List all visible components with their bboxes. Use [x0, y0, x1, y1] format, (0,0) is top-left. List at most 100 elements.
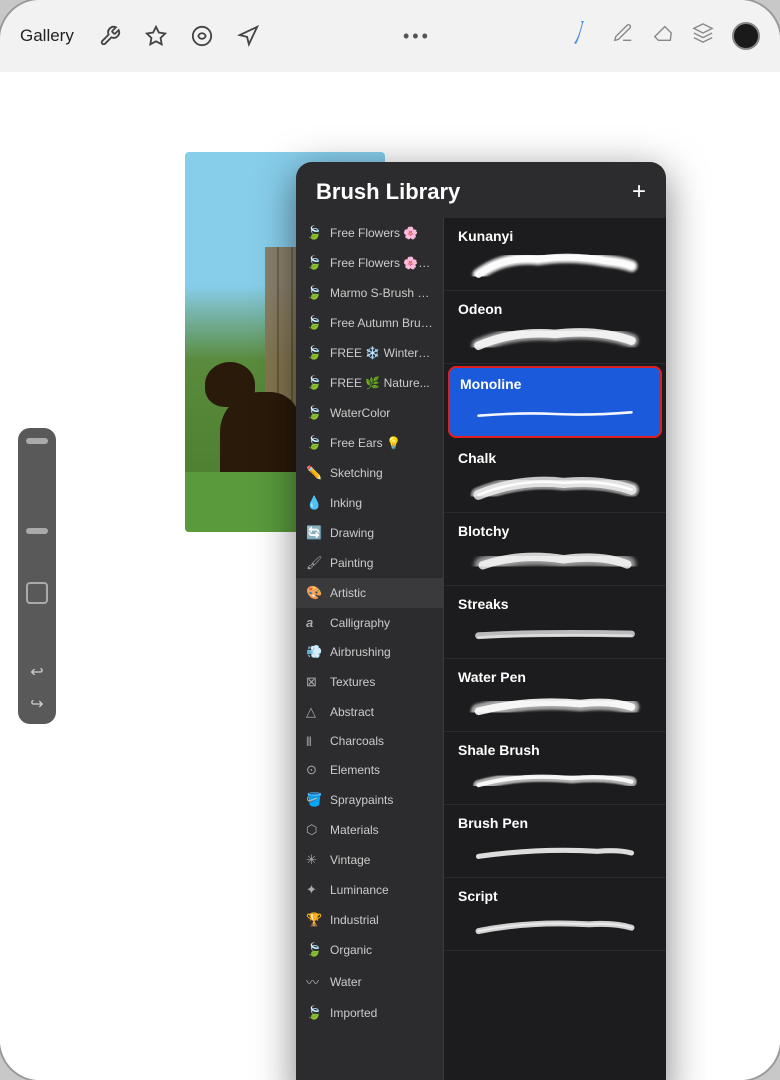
cat-label-organic: Organic	[330, 943, 372, 957]
cat-icon-abstract: △	[306, 704, 322, 720]
cat-label-airbrushing: Airbrushing	[330, 645, 391, 659]
cat-watercolor[interactable]: 🍃 WaterColor	[296, 398, 443, 428]
brush-item-water-pen[interactable]: Water Pen	[444, 659, 666, 732]
brush-list: Kunanyi Odeon	[444, 218, 666, 1080]
wrench-icon[interactable]	[94, 20, 126, 52]
cat-spraypaints[interactable]: 🪣 Spraypaints	[296, 785, 443, 815]
cat-icon-materials: ⬡	[306, 822, 322, 838]
top-bar-left: Gallery	[20, 20, 264, 52]
brush-name-water-pen: Water Pen	[458, 669, 652, 685]
color-swatch[interactable]	[732, 22, 760, 50]
cat-inking[interactable]: 💧 Inking	[296, 488, 443, 518]
brush-name-odeon: Odeon	[458, 301, 652, 317]
brush-item-kunanyi[interactable]: Kunanyi	[444, 218, 666, 291]
cat-label-artistic: Artistic	[330, 586, 366, 600]
brush-item-monoline[interactable]: Monoline	[448, 366, 662, 438]
brush-item-odeon[interactable]: Odeon	[444, 291, 666, 364]
navigation-icon[interactable]	[232, 20, 264, 52]
modifier-square[interactable]	[26, 582, 48, 604]
cat-icon-marmo: 🍃	[306, 285, 322, 301]
cat-artistic[interactable]: 🎨 Artistic	[296, 578, 443, 608]
cat-icon-imported: 🍃	[306, 1005, 322, 1021]
dots-icon[interactable]: •••	[403, 26, 431, 47]
opacity-slider-handle[interactable]	[26, 438, 48, 444]
brush-item-streaks[interactable]: Streaks	[444, 586, 666, 659]
cat-imported[interactable]: 🍃 Imported	[296, 998, 443, 1028]
brush-tool-icon[interactable]	[570, 19, 594, 53]
brush-name-kunanyi: Kunanyi	[458, 228, 652, 244]
cat-label-free-autumn: Free Autumn Brushes...	[330, 316, 433, 330]
cat-calligraphy[interactable]: a Calligraphy	[296, 608, 443, 637]
top-bar-right	[570, 19, 760, 53]
cat-industrial[interactable]: 🏆 Industrial	[296, 905, 443, 935]
brush-item-brush-pen[interactable]: Brush Pen	[444, 805, 666, 878]
brush-name-chalk: Chalk	[458, 450, 652, 466]
cat-airbrushing[interactable]: 💨 Airbrushing	[296, 637, 443, 667]
brush-name-streaks: Streaks	[458, 596, 652, 612]
brush-item-shale-brush[interactable]: Shale Brush	[444, 732, 666, 805]
cat-icon-free-autumn: 🍃	[306, 315, 322, 331]
cat-label-materials: Materials	[330, 823, 379, 837]
add-brush-button[interactable]: +	[632, 178, 646, 206]
cat-icon-organic: 🍃	[306, 942, 322, 958]
brush-item-script[interactable]: Script	[444, 878, 666, 951]
panel-header: Brush Library +	[296, 162, 666, 218]
cat-free-ears[interactable]: 🍃 Free Ears 💡	[296, 428, 443, 458]
device-frame: Gallery	[0, 0, 780, 1080]
left-sidebar: ↩ ↪	[18, 428, 56, 724]
cat-icon-water: 〰	[306, 972, 322, 991]
size-slider-handle[interactable]	[26, 528, 48, 534]
cat-charcoals[interactable]: ||| Charcoals	[296, 727, 443, 755]
cat-luminance[interactable]: ✦ Luminance	[296, 875, 443, 905]
cat-label-imported: Imported	[330, 1006, 377, 1020]
cat-free-nature[interactable]: 🍃 FREE 🌿 Nature...	[296, 368, 443, 398]
brush-name-script: Script	[458, 888, 652, 904]
redo-button[interactable]: ↪	[30, 694, 43, 714]
cat-free-autumn[interactable]: 🍃 Free Autumn Brushes...	[296, 308, 443, 338]
cat-label-water: Water	[330, 975, 362, 989]
cat-label-drawing: Drawing	[330, 526, 374, 540]
top-bar: Gallery	[0, 0, 780, 72]
cat-icon-free-flowers: 🍃	[306, 225, 322, 241]
cat-icon-freeflowers-v2: 🍃	[306, 255, 322, 271]
layers-icon[interactable]	[692, 22, 714, 50]
cat-icon-sketching: ✏️	[306, 465, 322, 481]
smudge-tool-icon[interactable]	[612, 22, 634, 50]
magic-icon[interactable]	[140, 20, 172, 52]
cat-sketching[interactable]: ✏️ Sketching	[296, 458, 443, 488]
smudge-icon[interactable]	[186, 20, 218, 52]
cat-icon-airbrushing: 💨	[306, 644, 322, 660]
gallery-button[interactable]: Gallery	[20, 26, 74, 46]
cat-label-calligraphy: Calligraphy	[330, 616, 390, 630]
cat-water[interactable]: 〰 Water	[296, 965, 443, 998]
cat-label-elements: Elements	[330, 763, 380, 777]
cat-icon-spraypaints: 🪣	[306, 792, 322, 808]
cat-textures[interactable]: ⊠ Textures	[296, 667, 443, 697]
brush-library-panel: Brush Library + 🍃 Free Flowers 🌸 🍃 Free …	[296, 162, 666, 1080]
brush-item-blotchy[interactable]: Blotchy	[444, 513, 666, 586]
cat-icon-charcoals: |||	[306, 736, 322, 747]
brush-stroke-monoline	[460, 396, 650, 432]
cat-label-charcoals: Charcoals	[330, 734, 384, 748]
brush-stroke-water-pen	[458, 689, 652, 725]
brush-stroke-blotchy	[458, 543, 652, 579]
cat-icon-luminance: ✦	[306, 882, 322, 898]
cat-free-winter[interactable]: 🍃 FREE ❄️ Winter N...	[296, 338, 443, 368]
cat-materials[interactable]: ⬡ Materials	[296, 815, 443, 845]
cat-drawing[interactable]: 🔄 Drawing	[296, 518, 443, 548]
cat-elements[interactable]: ⊙ Elements	[296, 755, 443, 785]
cat-painting[interactable]: 🖌 Painting	[296, 548, 443, 578]
cat-organic[interactable]: 🍃 Organic	[296, 935, 443, 965]
cat-abstract[interactable]: △ Abstract	[296, 697, 443, 727]
eraser-tool-icon[interactable]	[652, 22, 674, 50]
top-bar-center: •••	[264, 26, 570, 47]
cat-vintage[interactable]: ✳ Vintage	[296, 845, 443, 875]
brush-item-chalk[interactable]: Chalk	[444, 440, 666, 513]
cat-label-sketching: Sketching	[330, 466, 383, 480]
cat-free-flowers-v2[interactable]: 🍃 Free Flowers 🌸 V.2	[296, 248, 443, 278]
cat-icon-artistic: 🎨	[306, 585, 322, 601]
cat-marmo[interactable]: 🍃 Marmo S-Brush Pack	[296, 278, 443, 308]
panel-title: Brush Library	[316, 179, 460, 205]
cat-free-flowers[interactable]: 🍃 Free Flowers 🌸	[296, 218, 443, 248]
undo-button[interactable]: ↩	[30, 662, 43, 682]
